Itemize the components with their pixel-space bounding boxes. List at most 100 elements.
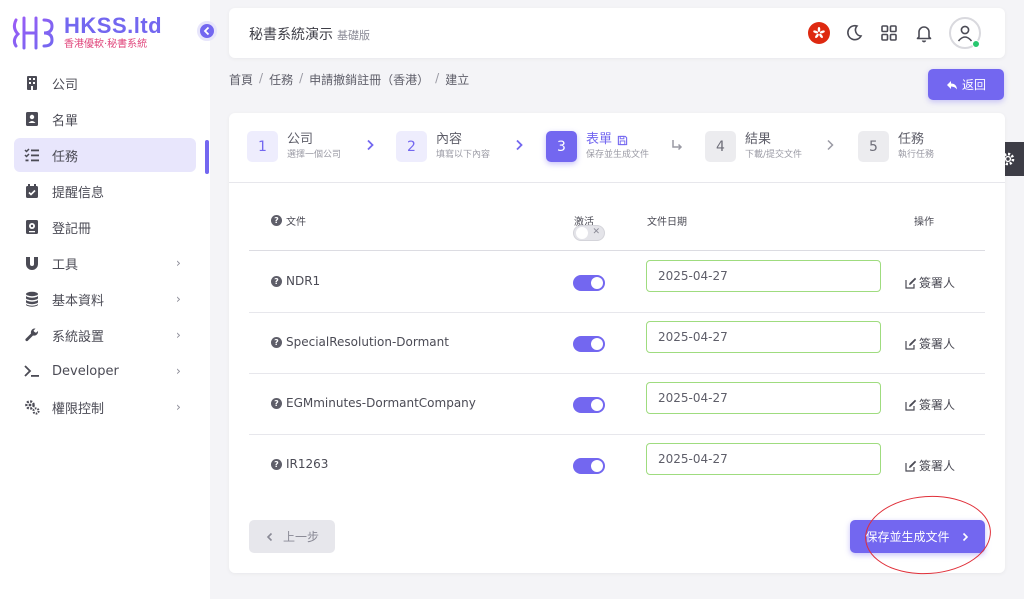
sidebar-item-tasks[interactable]: 任務 (14, 138, 196, 172)
app-edition: 基礎版 (337, 29, 370, 42)
magnet-icon (24, 255, 40, 271)
chevron-left-icon (266, 532, 273, 541)
help-icon[interactable]: ? (271, 275, 282, 287)
building-icon (24, 75, 40, 91)
help-icon[interactable]: ? (271, 458, 282, 470)
signer-button[interactable]: 簽署人 (905, 457, 955, 474)
step-number: 1 (247, 131, 278, 162)
back-button-label: 返回 (961, 78, 986, 92)
sidebar-item-label: 任務 (52, 149, 79, 165)
step-title: 內容 (436, 132, 463, 147)
sidebar-menu: 公司 名單 任務 提醒信息 登記冊 工具 › 基本資料 › 系統設置 › Dev… (14, 66, 196, 426)
sidebar-item-reminders[interactable]: 提醒信息 (14, 174, 196, 208)
document-date-input[interactable]: 2025-04-27 (646, 260, 881, 292)
sidebar-item-tools[interactable]: 工具 › (14, 246, 196, 280)
step-title-text: 表單 (586, 132, 613, 147)
breadcrumb-home[interactable]: 首頁 (229, 71, 253, 88)
breadcrumb-tasks[interactable]: 任務 (269, 71, 293, 88)
language-switcher[interactable] (808, 22, 830, 44)
gears-icon (24, 399, 40, 415)
chevron-right-icon (823, 137, 837, 151)
sidebar: HKSS.ltd 香港優軟·秘書系統 公司 名單 任務 提醒信息 登記冊 工具 … (0, 0, 210, 599)
active-toggle[interactable] (573, 275, 605, 291)
sidebar-item-company[interactable]: 公司 (14, 66, 196, 100)
chevron-right-icon: › (176, 400, 181, 414)
sidebar-collapse-button[interactable] (197, 21, 217, 41)
previous-step-label: 上一步 (282, 530, 319, 544)
step-task[interactable]: 5 任務 執行任務 (858, 131, 934, 162)
sidebar-item-label: 名單 (52, 113, 79, 129)
sidebar-item-developer[interactable]: Developer › (14, 354, 196, 388)
chevron-right-icon: › (176, 364, 181, 378)
close-icon: ✕ (592, 227, 600, 237)
bell-icon[interactable] (913, 22, 935, 44)
sidebar-item-label: 提醒信息 (52, 185, 105, 201)
help-icon[interactable]: ? (271, 336, 282, 348)
step-company[interactable]: 1 公司 選擇一個公司 (247, 131, 341, 162)
step-title: 任務 (898, 132, 925, 147)
signer-label: 簽署人 (919, 459, 956, 473)
chevron-right-icon: › (176, 256, 181, 270)
step-subtitle: 執行任務 (898, 150, 935, 160)
breadcrumb-current: 建立 (445, 73, 470, 87)
online-status-dot (972, 40, 980, 48)
document-date-input[interactable]: 2025-04-27 (646, 321, 881, 353)
back-button[interactable]: 返回 (928, 69, 1004, 100)
chevron-left-icon (203, 26, 210, 36)
sidebar-item-register[interactable]: 登記冊 (14, 210, 196, 244)
top-bar: 秘書系統演示 基礎版 (229, 8, 1005, 58)
active-toggle[interactable] (573, 458, 605, 474)
stepper: 1 公司 選擇一個公司 2 內容 填寫以下內容 3 表單 保存並生成文件 4 結… (229, 113, 1005, 183)
edit-icon (905, 338, 917, 350)
user-avatar-icon[interactable] (949, 17, 981, 49)
document-date-input[interactable]: 2025-04-27 (646, 382, 881, 414)
document-date-input[interactable]: 2025-04-27 (646, 443, 881, 475)
step-content[interactable]: 2 內容 填寫以下內容 (396, 131, 490, 162)
step-number: 2 (396, 131, 427, 162)
step-result[interactable]: 4 結果 下載/提交文件 (705, 131, 802, 162)
breadcrumb-separator: / (259, 71, 264, 85)
help-icon[interactable]: ? (271, 397, 282, 409)
sidebar-item-contacts[interactable]: 名單 (14, 102, 196, 136)
app-title-text: 秘書系統演示 (249, 27, 333, 43)
active-toggle[interactable] (573, 336, 605, 352)
step-form[interactable]: 3 表單 保存並生成文件 (546, 131, 649, 162)
moon-icon[interactable] (843, 22, 865, 44)
toggle-all-switch[interactable]: ✕ (573, 225, 605, 241)
table-row-file: ? SpecialResolution-Dormant (271, 335, 449, 349)
task-card: 1 公司 選擇一個公司 2 內容 填寫以下內容 3 表單 保存並生成文件 4 結… (229, 113, 1005, 573)
logo[interactable]: HKSS.ltd 香港優軟·秘書系統 (10, 14, 162, 52)
contact-book-icon (24, 111, 40, 127)
file-name: NDR1 (286, 274, 321, 288)
sidebar-item-label: Developer (52, 363, 119, 379)
breadcrumb-task-type[interactable]: 申請撤銷註冊（香港） (309, 71, 429, 88)
help-icon[interactable]: ? (271, 215, 282, 226)
save-icon (617, 135, 628, 145)
step-subtitle: 下載/提交文件 (745, 150, 803, 160)
sidebar-item-permissions[interactable]: 權限控制 › (14, 390, 196, 424)
edit-icon (905, 277, 917, 289)
sidebar-item-basic-data[interactable]: 基本資料 › (14, 282, 196, 316)
sidebar-item-system-settings[interactable]: 系統設置 › (14, 318, 196, 352)
active-indicator (205, 140, 209, 174)
previous-step-button[interactable]: 上一步 (249, 520, 335, 553)
column-header-label: 文件 (286, 217, 306, 228)
signer-button[interactable]: 簽署人 (905, 335, 955, 352)
chevron-right-icon (363, 137, 377, 151)
signer-button[interactable]: 簽署人 (905, 396, 955, 413)
row-divider (249, 434, 985, 435)
top-icons (795, 17, 981, 49)
breadcrumb-separator: / (299, 71, 304, 85)
return-arrow-icon (670, 137, 684, 151)
logo-icon (12, 16, 54, 50)
column-header-action: 操作 (914, 217, 934, 228)
active-toggle[interactable] (573, 397, 605, 413)
step-number: 5 (858, 131, 889, 162)
file-name: SpecialResolution-Dormant (286, 335, 449, 349)
signer-button[interactable]: 簽署人 (905, 274, 955, 291)
step-title: 表單 (586, 132, 649, 148)
reply-arrow-icon (946, 80, 957, 89)
grid-icon[interactable] (878, 22, 900, 44)
step-title: 結果 (745, 132, 772, 147)
table-row-file: ? IR1263 (271, 457, 328, 471)
